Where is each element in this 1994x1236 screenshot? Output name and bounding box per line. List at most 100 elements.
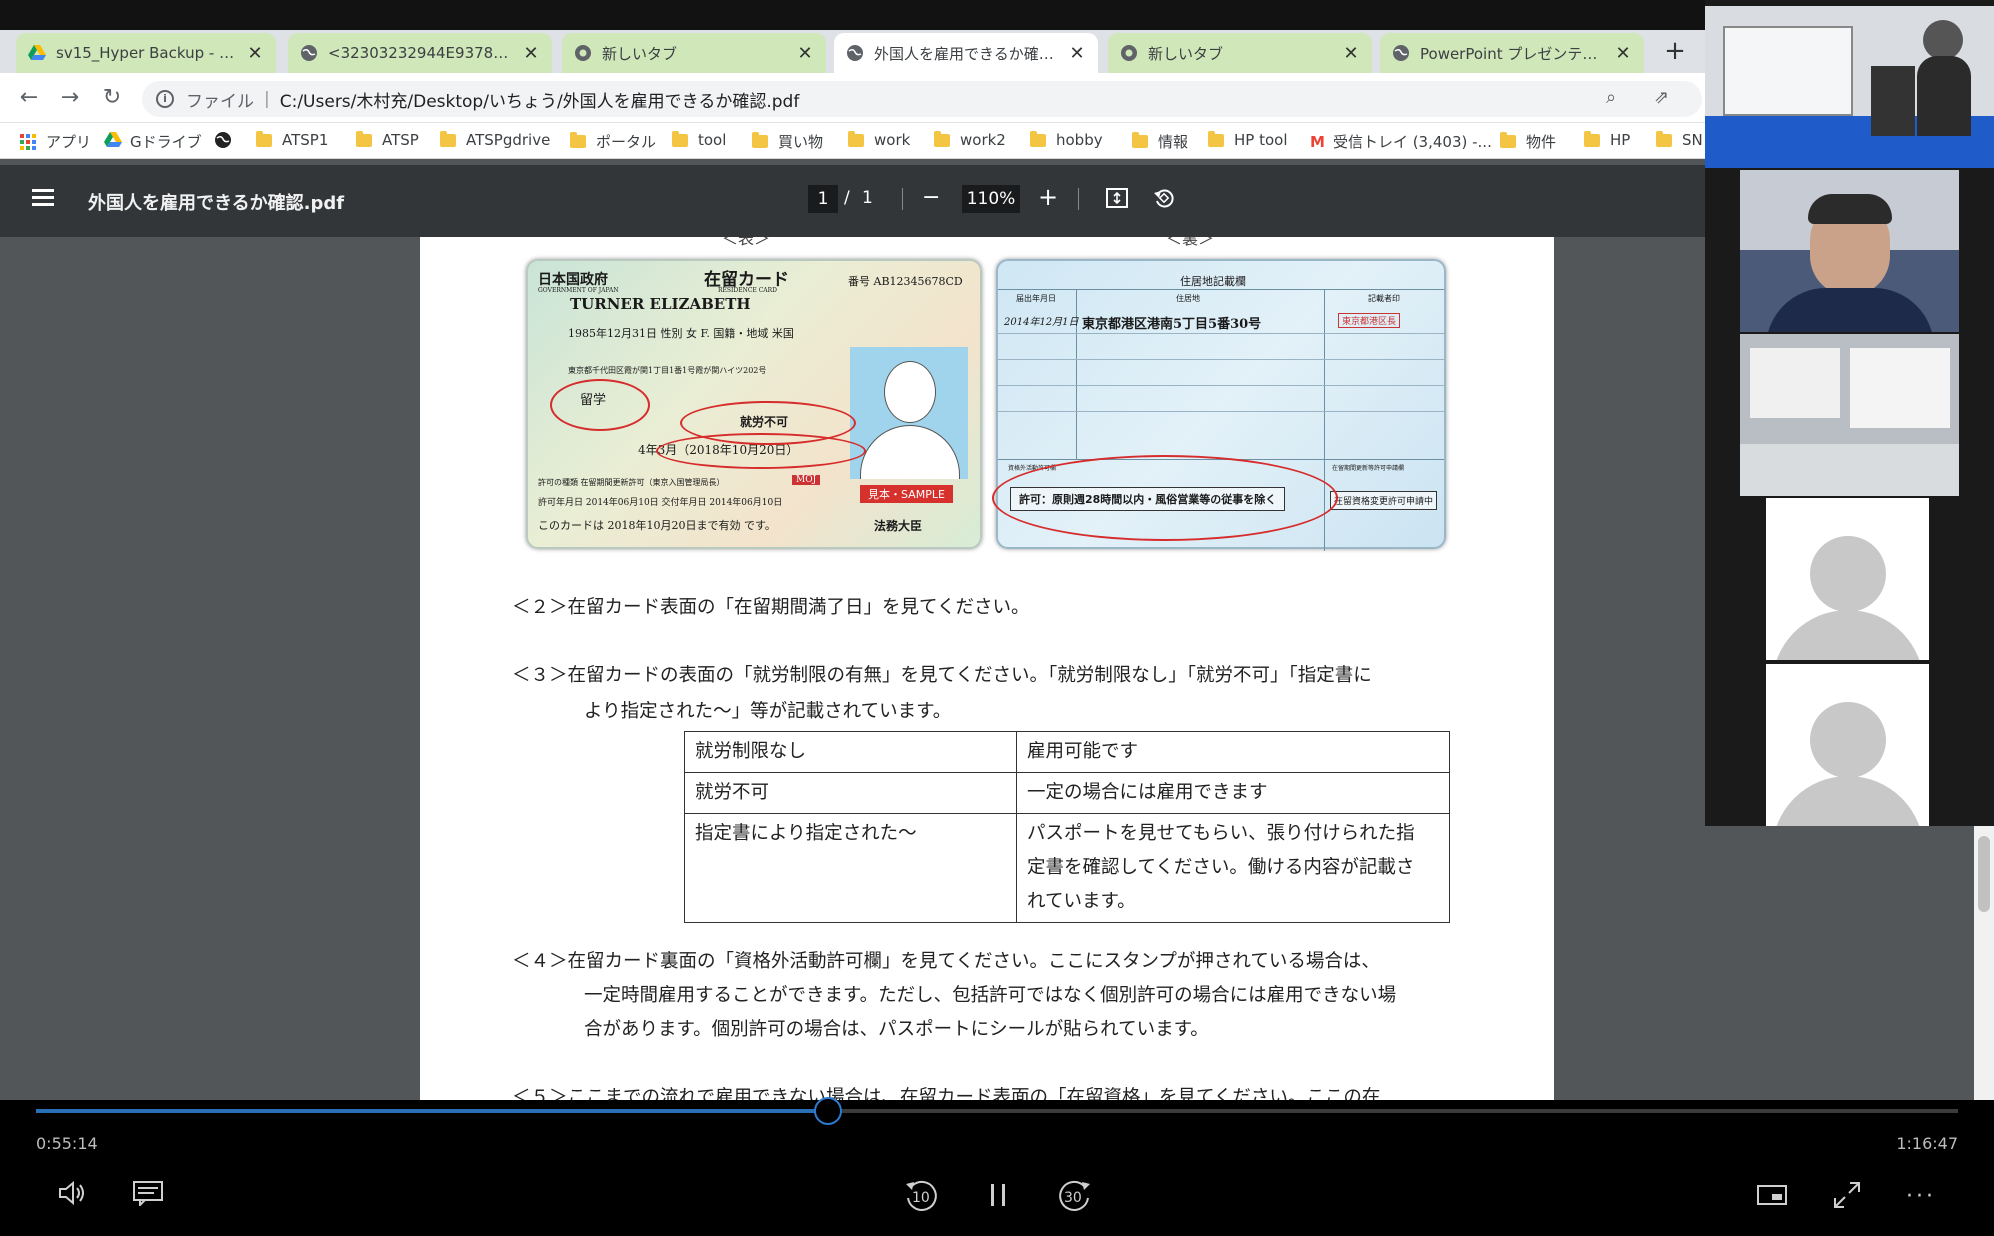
bookmark-folder[interactable]: SN bbox=[1656, 130, 1703, 149]
fullscreen-icon[interactable] bbox=[1832, 1180, 1862, 1214]
more-options-icon[interactable]: ··· bbox=[1906, 1184, 1936, 1209]
card-number: 番号 AB12345678CD bbox=[848, 275, 963, 288]
share-icon[interactable]: ⇗ bbox=[1654, 87, 1669, 108]
card-gov: 日本国政府 bbox=[538, 272, 608, 288]
scheme-label: ファイル bbox=[186, 91, 254, 112]
tab-hyper-backup[interactable]: sv15_Hyper Backup - Googl ✕ bbox=[16, 33, 276, 73]
volume-icon[interactable] bbox=[58, 1180, 88, 1210]
card-back-col: 住居地 bbox=[1176, 294, 1200, 303]
tab-new-2[interactable]: 新しいタブ ✕ bbox=[1108, 33, 1372, 73]
tab-title: sv15_Hyper Backup - Googl bbox=[56, 44, 240, 62]
card-back-header: 住居地記載欄 bbox=[1180, 275, 1246, 288]
participant-avatar-1[interactable] bbox=[1766, 498, 1929, 660]
bookmark-folder[interactable]: work bbox=[848, 130, 911, 149]
new-tab-button[interactable]: + bbox=[1660, 36, 1690, 66]
folder-icon bbox=[1208, 130, 1224, 147]
bookmark-apps[interactable]: アプリ bbox=[20, 131, 91, 152]
renewal-label: 在留期間更新等許可申請欄 bbox=[1332, 465, 1405, 472]
pdf-toolbar: 外国人を雇用できるか確認.pdf 1 / 1 − 110% + bbox=[0, 165, 1994, 237]
forward-button[interactable]: 30 bbox=[1054, 1176, 1094, 1216]
card-sample: 見本・SAMPLE bbox=[860, 485, 953, 503]
divider: | bbox=[264, 89, 270, 109]
bookmark-folder[interactable]: ATSP1 bbox=[256, 130, 329, 149]
participant-video-room[interactable] bbox=[1740, 334, 1959, 496]
menu-icon[interactable] bbox=[32, 189, 54, 207]
tab-new-1[interactable]: 新しいタブ ✕ bbox=[562, 33, 826, 73]
forward-icon[interactable]: → bbox=[55, 83, 85, 113]
pdf-scrollbar[interactable] bbox=[1974, 826, 1994, 1100]
bookmark-folder[interactable]: ATSPgdrive bbox=[440, 130, 550, 149]
bookmark-label: HP bbox=[1610, 131, 1631, 149]
bookmark-folder[interactable]: tool bbox=[672, 130, 726, 149]
card-name: TURNER ELIZABETH bbox=[570, 295, 751, 313]
fit-page-icon[interactable] bbox=[1106, 187, 1128, 214]
close-icon[interactable]: ✕ bbox=[522, 43, 540, 64]
bookmark-folder[interactable]: hobby bbox=[1030, 130, 1103, 149]
card-back-date: 2014年12月1日 bbox=[1004, 317, 1079, 328]
bookmark-gmail[interactable]: M 受信トレイ (3,403) -... bbox=[1310, 131, 1492, 152]
participant-avatar-2[interactable] bbox=[1766, 664, 1929, 826]
miniplayer-icon[interactable] bbox=[1756, 1184, 1788, 1210]
bookmark-folder[interactable]: ATSP bbox=[356, 130, 419, 149]
pause-button[interactable] bbox=[988, 1182, 1008, 1212]
card-dates: 許可年月日 2014年06月10日 交付年月日 2014年06月10日 bbox=[538, 498, 783, 508]
globe-icon bbox=[1392, 44, 1410, 62]
card-back-renewal: 在留資格変更許可申請中 bbox=[1330, 491, 1438, 510]
table-cell: 指定書により指定された～ bbox=[684, 813, 1017, 923]
folder-icon bbox=[1584, 130, 1600, 147]
folder-icon bbox=[934, 130, 950, 147]
tab-powerpoint[interactable]: PowerPoint プレゼンテーション ✕ bbox=[1380, 33, 1644, 73]
bookmark-folder[interactable]: 物件 bbox=[1500, 131, 1556, 152]
pdf-title: 外国人を雇用できるか確認.pdf bbox=[88, 193, 345, 214]
participant-video-panel bbox=[1705, 0, 1994, 826]
back-icon[interactable]: ← bbox=[14, 83, 44, 113]
bookmark-globe[interactable] bbox=[214, 131, 232, 153]
tab-strip: sv15_Hyper Backup - Googl ✕ <32303232944… bbox=[0, 30, 1994, 73]
bookmark-gdrive[interactable]: Gドライブ bbox=[104, 131, 202, 152]
bookmark-label: work bbox=[874, 131, 911, 149]
card-gov-en: GOVERNMENT OF JAPAN bbox=[538, 287, 619, 294]
tab-2[interactable]: <32303232944E937890568 ✕ bbox=[288, 33, 552, 73]
rewind-button[interactable]: 10 bbox=[902, 1176, 942, 1216]
bookmark-folder[interactable]: work2 bbox=[934, 130, 1006, 149]
bookmark-label: SN bbox=[1682, 131, 1703, 149]
bookmark-folder[interactable]: ポータル bbox=[570, 131, 656, 152]
captions-icon[interactable] bbox=[132, 1180, 164, 1210]
zoom-in-button[interactable]: + bbox=[1038, 183, 1058, 211]
bookmark-label: ATSP bbox=[382, 131, 419, 149]
close-icon[interactable]: ✕ bbox=[796, 43, 814, 64]
zoom-icon[interactable]: ⌕ bbox=[1606, 87, 1616, 108]
scrollbar-thumb[interactable] bbox=[1978, 836, 1990, 912]
rotate-icon[interactable] bbox=[1152, 186, 1176, 215]
bookmark-folder[interactable]: 情報 bbox=[1132, 131, 1188, 152]
participant-video-speaker[interactable] bbox=[1740, 170, 1959, 332]
bookmark-folder[interactable]: HP bbox=[1584, 130, 1631, 149]
pdf-viewer[interactable]: ＜表＞ ＜裏＞ 日本国政府 GOVERNMENT OF JAPAN 在留カード … bbox=[0, 237, 1994, 1100]
seek-bar[interactable] bbox=[36, 1097, 1958, 1125]
close-icon[interactable]: ✕ bbox=[1342, 43, 1360, 64]
bookmark-label: ATSP1 bbox=[282, 131, 329, 149]
seek-handle[interactable] bbox=[813, 1097, 842, 1125]
page-number-input[interactable]: 1 bbox=[808, 185, 838, 213]
globe-icon bbox=[300, 44, 318, 62]
participant-video-presenter[interactable] bbox=[1705, 6, 1994, 168]
residence-card-front-image: 日本国政府 GOVERNMENT OF JAPAN 在留カード RESIDENC… bbox=[526, 259, 982, 549]
bookmark-folder[interactable]: HP tool bbox=[1208, 130, 1288, 149]
bookmark-folder[interactable]: 買い物 bbox=[752, 131, 823, 152]
paragraph-5-line1: ＜５＞ここまでの流れで雇用できない場合は、在留カード表面の「在留資格」を見てくだ… bbox=[512, 1087, 1381, 1100]
info-icon[interactable]: i bbox=[156, 90, 174, 108]
tab-pdf-active[interactable]: 外国人を雇用できるか確認.pdf ✕ bbox=[834, 33, 1098, 73]
paragraph-4-line2: 一定時間雇用することができます。ただし、包括許可ではなく個別許可の場合には雇用で… bbox=[584, 985, 1397, 1006]
close-icon[interactable]: ✕ bbox=[246, 43, 264, 64]
bookmark-label: アプリ bbox=[46, 133, 92, 151]
table-row: 就労不可 一定の場合には雇用できます bbox=[684, 772, 1450, 814]
zoom-out-button[interactable]: − bbox=[922, 185, 940, 210]
bookmark-label: Gドライブ bbox=[130, 133, 202, 151]
reload-icon[interactable]: ↻ bbox=[97, 83, 127, 113]
address-bar[interactable]: i ファイル | C:/Users/木村充/Desktop/いちょう/外国人を雇… bbox=[142, 81, 1702, 117]
zoom-level[interactable]: 110% bbox=[962, 185, 1020, 213]
close-icon[interactable]: ✕ bbox=[1068, 43, 1086, 64]
close-icon[interactable]: ✕ bbox=[1614, 43, 1632, 64]
google-drive-icon bbox=[104, 131, 122, 152]
folder-icon bbox=[356, 130, 372, 147]
